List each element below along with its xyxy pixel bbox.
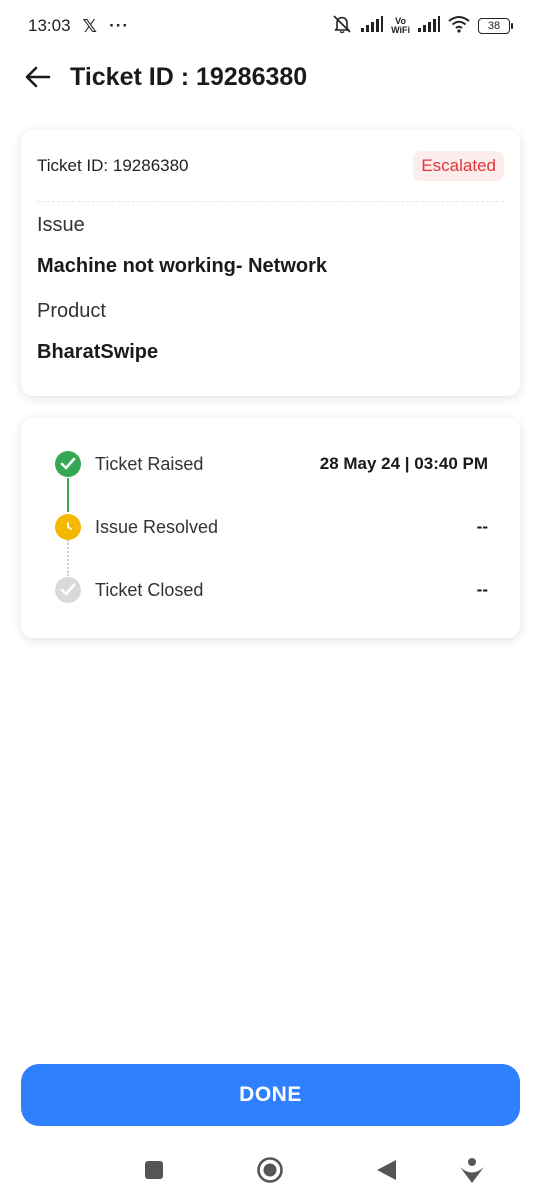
timeline-step-ticket-raised: Ticket Raised 28 May 24 | 03:40 PM (55, 449, 488, 479)
status-badge: Escalated (413, 150, 504, 181)
status-left: 13:03 𝕏 ··· (28, 16, 129, 37)
page-title: Ticket ID : 19286380 (70, 62, 308, 91)
ticket-timeline-card: Ticket Raised 28 May 24 | 03:40 PM Issue… (21, 418, 520, 638)
status-right: Vo WiFi 38 (331, 14, 513, 39)
timeline-step-value: 28 May 24 | 03:40 PM (319, 454, 488, 473)
status-time: 13:03 (28, 16, 71, 35)
mute-icon (331, 14, 353, 39)
product-label: Product (37, 300, 106, 322)
status-bar: 13:03 𝕏 ··· Vo WiFi 38 (0, 0, 540, 52)
arrow-left-icon (25, 66, 51, 88)
home-circle-icon (257, 1157, 283, 1183)
vowifi-wifi: WiFi (391, 25, 410, 35)
ticket-info-card: Ticket ID: 19286380 Escalated Issue Mach… (21, 130, 520, 396)
battery-icon: 38 (478, 18, 513, 34)
timeline-connector-done (67, 478, 69, 512)
assistant-icon (460, 1158, 484, 1183)
ticket-id-label: Ticket ID: 19286380 (37, 155, 189, 175)
timeline-step-value: -- (476, 517, 488, 536)
wifi-icon (448, 15, 470, 38)
more-notifications-icon: ··· (109, 16, 130, 35)
back-nav-button[interactable] (372, 1156, 400, 1184)
x-app-icon: 𝕏 (82, 15, 98, 36)
done-button[interactable]: DONE (21, 1064, 520, 1126)
signal-icon-2 (418, 15, 440, 37)
home-button[interactable] (256, 1156, 284, 1184)
system-nav-bar (0, 1140, 540, 1200)
back-button[interactable] (24, 63, 52, 91)
timeline-step-left: Ticket Closed (55, 577, 203, 603)
ticket-info-header: Ticket ID: 19286380 Escalated (37, 130, 504, 202)
timeline-connector-pending (67, 540, 69, 576)
timeline-step-left: Issue Resolved (55, 514, 218, 540)
clock-icon (55, 514, 81, 540)
triangle-back-icon (377, 1160, 396, 1180)
issue-label: Issue (37, 214, 85, 236)
timeline-step-issue-resolved: Issue Resolved -- (55, 512, 488, 542)
timeline-step-value: -- (476, 580, 488, 599)
product-value: BharatSwipe (37, 341, 159, 363)
vowifi-icon: Vo WiFi (391, 17, 410, 35)
square-icon (145, 1161, 163, 1179)
issue-value: Machine not working- Network (37, 255, 328, 277)
header: Ticket ID : 19286380 (0, 52, 540, 102)
timeline-step-label: Issue Resolved (95, 516, 219, 537)
timeline-step-left: Ticket Raised (55, 451, 203, 477)
timeline-step-label: Ticket Raised (95, 453, 204, 474)
recents-button[interactable] (140, 1156, 168, 1184)
check-circle-icon (55, 451, 81, 477)
timeline-step-ticket-closed: Ticket Closed -- (55, 575, 488, 605)
assistant-button[interactable] (458, 1156, 486, 1184)
check-circle-icon (55, 577, 81, 603)
timeline-step-label: Ticket Closed (95, 579, 204, 600)
signal-icon (361, 15, 384, 37)
